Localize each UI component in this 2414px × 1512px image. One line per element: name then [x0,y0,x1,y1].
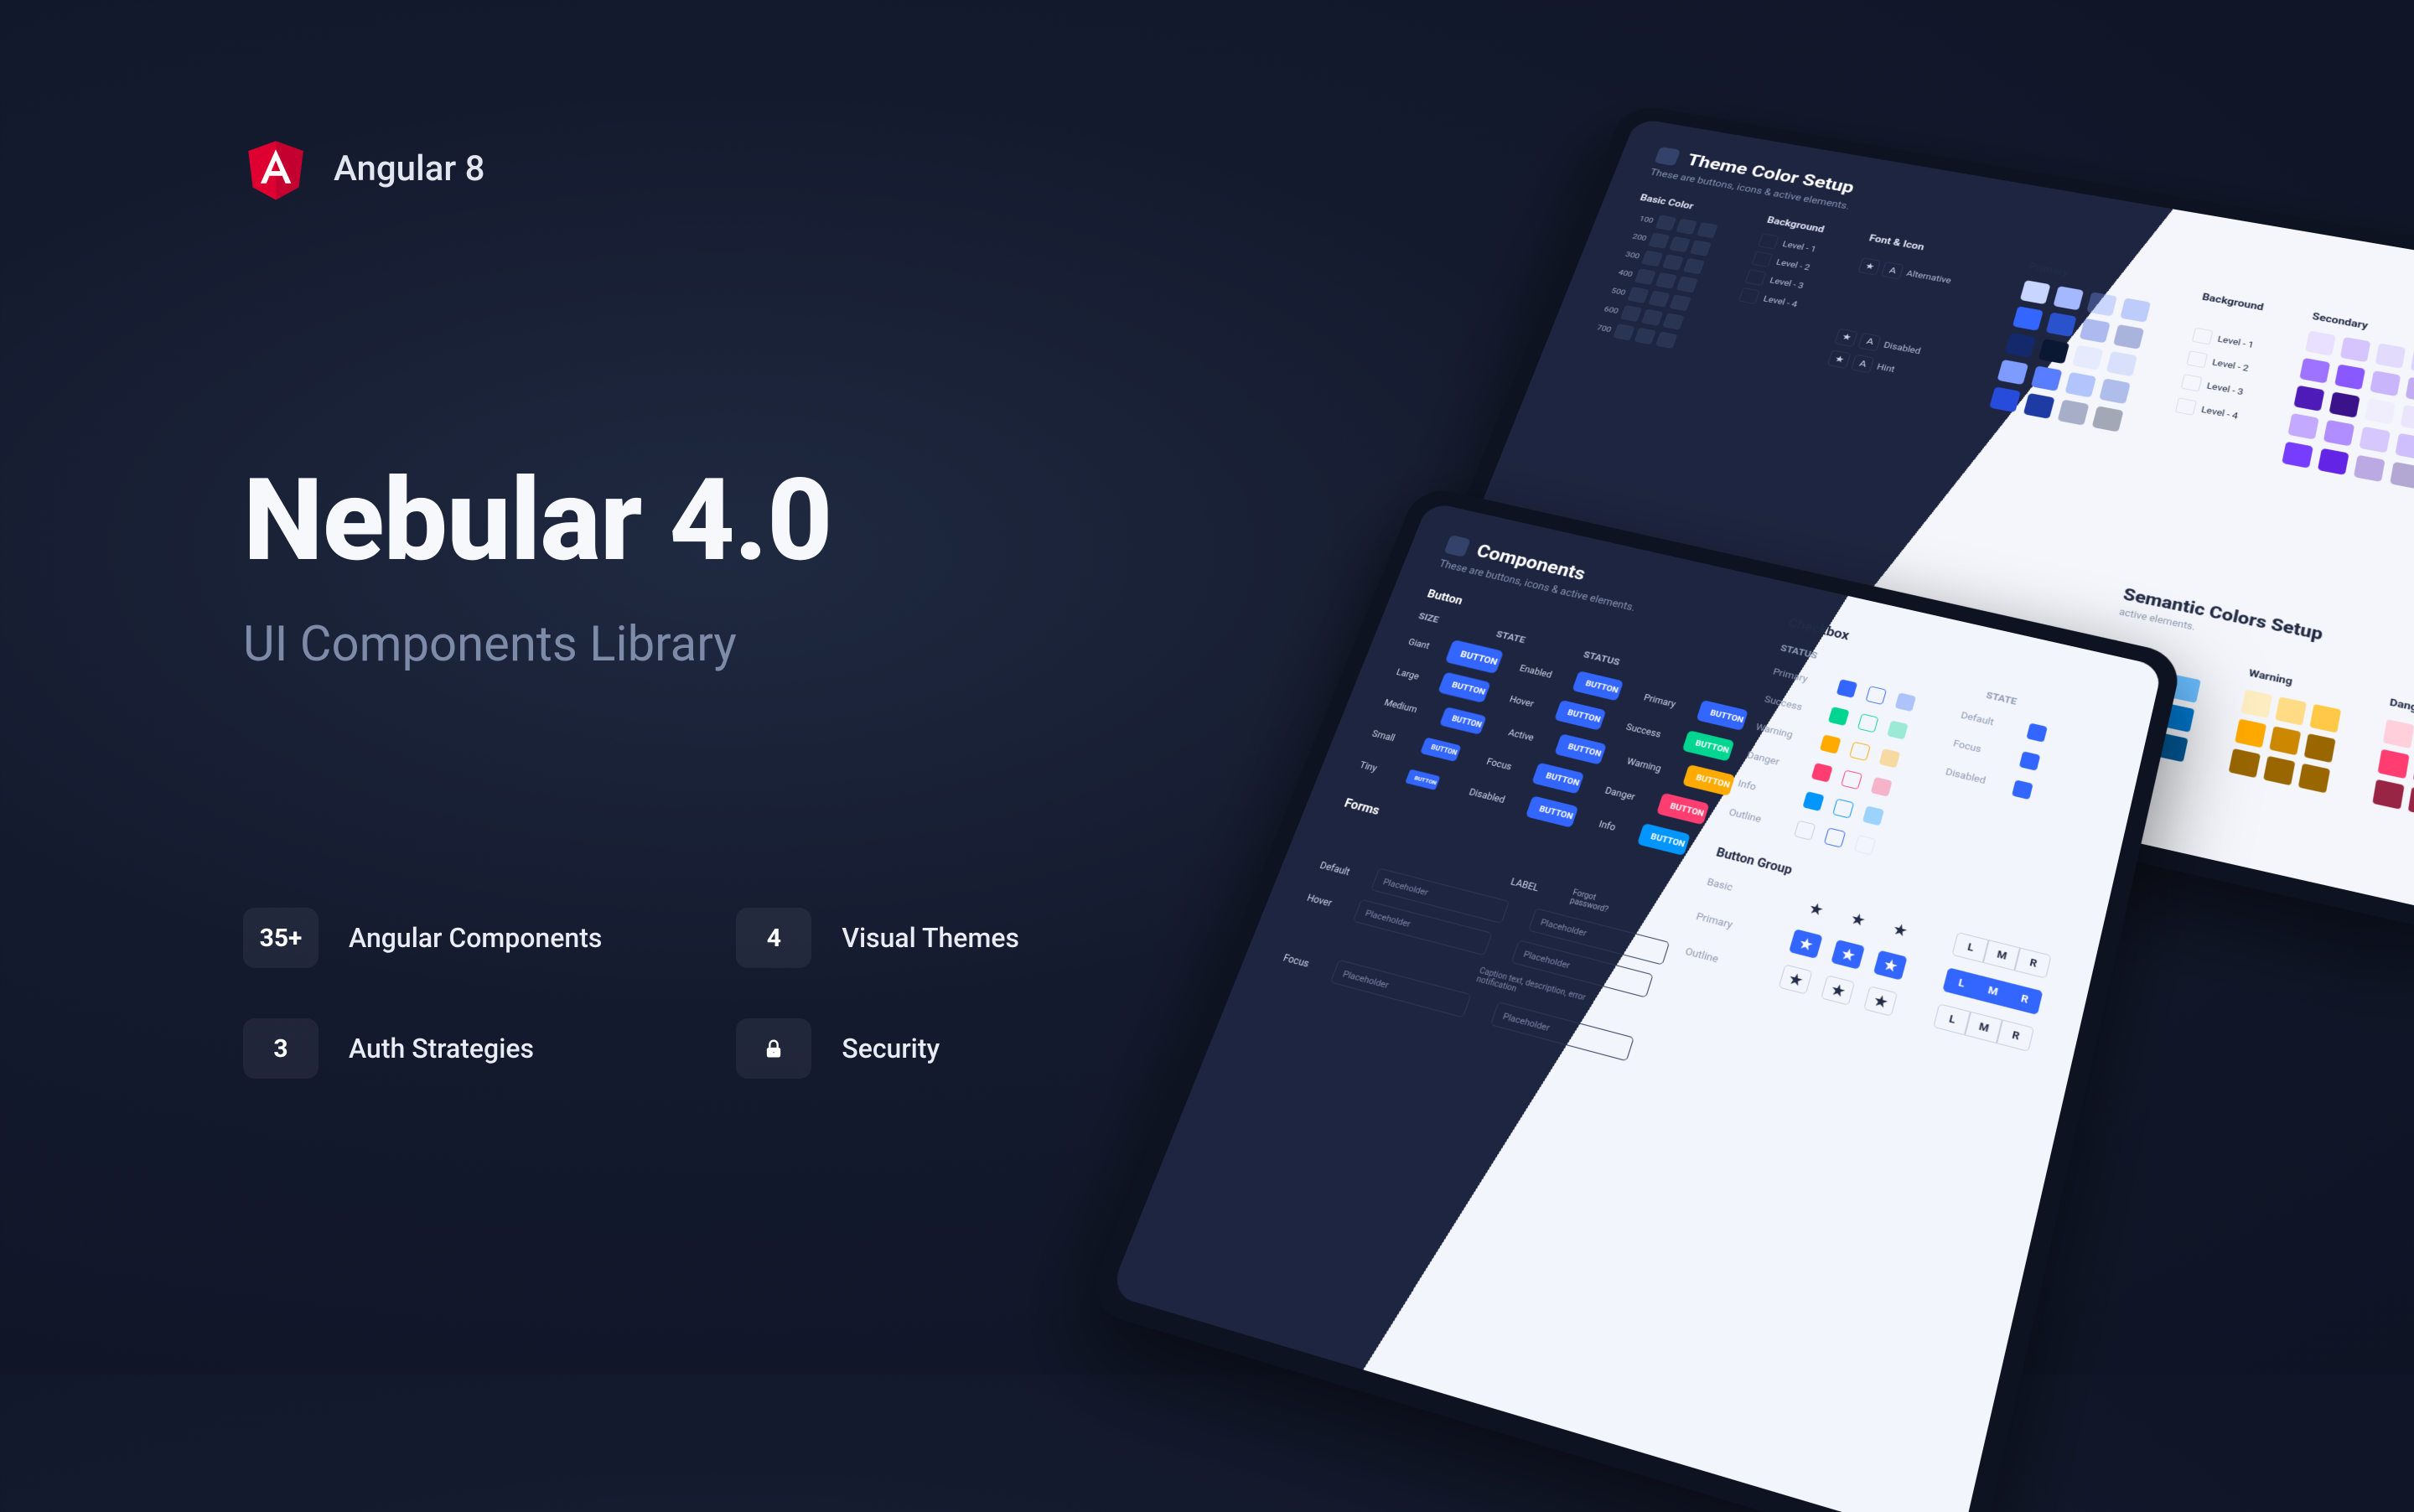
sem-grid-danger [2372,719,2414,825]
hero-title: Nebular 4.0 [243,454,1019,588]
components-icon [1444,535,1471,557]
feature-label: Auth Strategies [349,1033,534,1064]
letter-icon: A [1881,261,1904,279]
sem-danger: Danger [2389,696,2414,728]
col-background: Background [1765,215,1825,235]
hero-subtitle: UI Components Library [243,616,1019,673]
theme-icon [1654,147,1681,166]
feature-badge: 35+ [243,908,319,968]
letter-icon: A [1851,355,1874,374]
col-fonticon: Font & Icon [1867,233,1961,258]
sem-warning: Warning [2248,667,2345,698]
features-grid: 35+ Angular Components 4 Visual Themes 3… [243,908,1019,1079]
bg-levels: Level - 1Level - 2Level - 3Level - 4 [1738,233,1820,312]
basic-scale: 100200300400500600700 [1588,210,1718,349]
col-size: SIZE [1417,611,1440,625]
feature-components: 35+ Angular Components [243,908,602,968]
star-icon: ★ [1858,257,1882,275]
brand-row: Angular 8 [243,134,1019,203]
ipad-components: Components These are buttons, icons & ac… [1084,484,2184,1512]
star-icon: ★ [1835,329,1858,347]
col-status: STATUS [1582,650,1621,668]
angular-logo-icon [243,134,308,203]
feature-label: Angular Components [349,922,602,954]
lock-icon [736,1018,811,1079]
sem-grid-warning [2229,690,2341,794]
star-icon: ★ [1827,350,1851,370]
feature-label: Security [842,1033,940,1064]
palette-secondary [2282,331,2414,489]
chk-col-state: STATE [1985,690,2018,707]
col-bg2: Background [2201,292,2265,313]
palette-primary [1989,280,2151,432]
feature-badge: 4 [736,908,811,968]
feature-security: Security [736,1018,1019,1079]
feature-themes: 4 Visual Themes [736,908,1019,968]
feature-badge: 3 [243,1018,319,1079]
feature-auth: 3 Auth Strategies [243,1018,602,1079]
chk-col-status: STATUS [1779,643,1818,661]
button-group-rows: Basic ★★★ L M R Primary ★★★ L M R Outlin… [1682,871,2053,1053]
feature-label: Visual Themes [842,922,1019,954]
bg-levels-light: Level - 1Level - 2Level - 3Level - 4 [2175,328,2257,424]
col-state: STATE [1495,629,1526,646]
angular-brand-text: Angular 8 [334,148,485,189]
letter-icon: A [1858,333,1882,351]
